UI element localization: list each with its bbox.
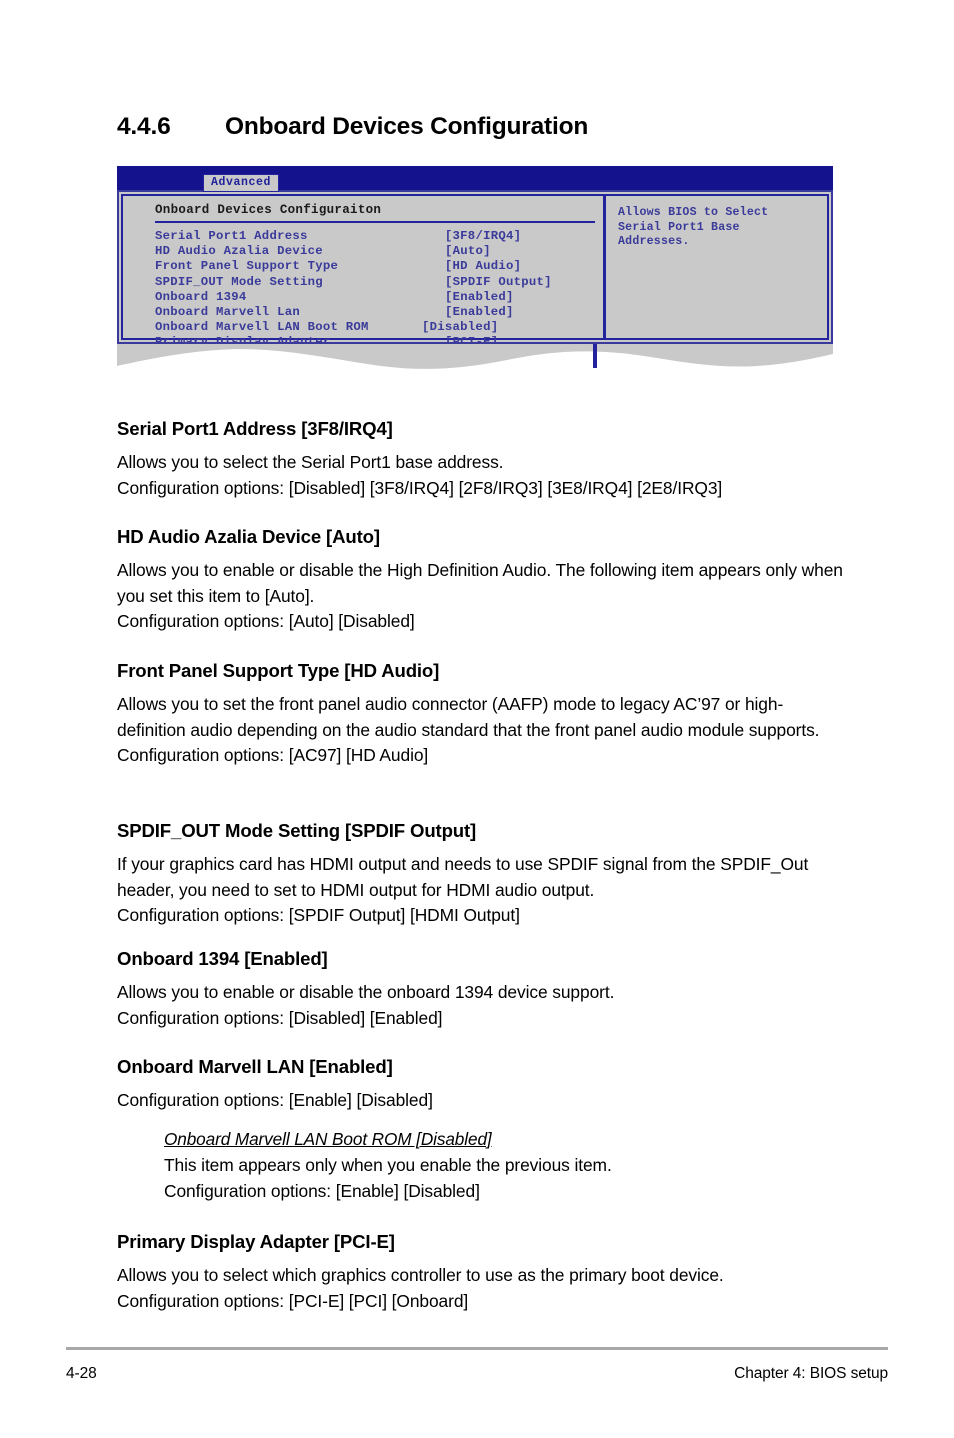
bios-setting-row[interactable]: Front Panel Support Type [HD Audio] (155, 259, 603, 274)
bios-settings-pane: Onboard Devices Configuraiton Serial Por… (123, 196, 603, 349)
bios-setting-label: Serial Port1 Address (155, 229, 308, 243)
body-section-primary-display: Primary Display Adapter [PCI-E] Allows y… (117, 1231, 843, 1314)
bios-setting-row[interactable]: Serial Port1 Address [3F8/IRQ4] (155, 229, 603, 244)
body-config-options: Configuration options: [Auto] [Disabled] (117, 611, 415, 631)
subsection-paragraph: This item appears only when you enable t… (164, 1155, 612, 1175)
body-paragraph: Allows you to select which graphics cont… (117, 1265, 724, 1285)
bios-row-spacer (300, 305, 445, 319)
bios-setting-value[interactable]: [Disabled] (422, 320, 498, 335)
bios-setting-value[interactable]: [Enabled] (445, 305, 514, 320)
bios-setting-label: Front Panel Support Type (155, 259, 339, 274)
body-heading: SPDIF_OUT Mode Setting [SPDIF Output] (117, 820, 477, 841)
body-config-options: Configuration options: [Disabled] [Enabl… (117, 1007, 443, 1028)
bios-setting-row[interactable]: SPDIF_OUT Mode Setting [SPDIF Output] (155, 275, 603, 290)
body-config-options: Configuration options: [Disabled] [3F8/I… (117, 477, 723, 498)
bios-setting-value[interactable]: [Auto] (445, 244, 491, 259)
bios-settings-list: Serial Port1 Address [3F8/IRQ4] HD Audio … (155, 229, 603, 351)
bios-frame: Onboard Devices Configuraiton Serial Por… (117, 190, 833, 349)
body-paragraph: If your graphics card has HDMI output an… (117, 854, 809, 900)
body-heading: HD Audio Azalia Device [Auto] (117, 526, 380, 547)
bios-help-line: Allows BIOS to Select (618, 206, 769, 219)
body-config-options: Configuration options: [Enable] [Disable… (117, 1090, 433, 1110)
footer-chapter-label: Chapter 4: BIOS setup (734, 1365, 888, 1382)
body-paragraph: Allows you to enable or disable the onbo… (117, 982, 615, 1002)
bios-setting-label: Onboard Marvell Lan (155, 305, 300, 320)
bios-row-spacer (323, 275, 445, 289)
bios-setting-label: Onboard Marvell LAN Boot ROM (155, 320, 369, 335)
footer-page-number: 4-28 (66, 1365, 97, 1382)
body-paragraph: Allows you to set the front panel audio … (117, 694, 820, 740)
body-section-front-panel: Front Panel Support Type [HD Audio] Allo… (117, 660, 843, 769)
bios-setting-row[interactable]: Onboard 1394 [Enabled] (155, 290, 603, 305)
bios-setting-label: HD Audio Azalia Device (155, 244, 323, 259)
body-subsection-marvell-boot-rom: Onboard Marvell LAN Boot ROM [Disabled] … (164, 1129, 844, 1204)
bios-setting-row[interactable]: Onboard Marvell Lan [Enabled] (155, 305, 603, 320)
footer-divider (66, 1347, 888, 1350)
bios-setting-value[interactable]: [Enabled] (445, 290, 514, 305)
bios-row-spacer (247, 290, 445, 304)
body-config-options: Configuration options: [AC97] [HD Audio] (117, 745, 429, 765)
body-heading: Onboard Marvell LAN [Enabled] (117, 1056, 393, 1077)
subsection-config-options: Configuration options: [Enable] [Disable… (164, 1180, 480, 1201)
section-number: 4.4.6 (117, 113, 171, 140)
bios-help-line: Addresses. (618, 235, 690, 248)
body-config-options: Configuration options: [PCI-E] [PCI] [On… (117, 1290, 469, 1311)
body-section-spdif-out: SPDIF_OUT Mode Setting [SPDIF Output] If… (117, 820, 843, 929)
body-heading: Onboard 1394 [Enabled] (117, 948, 328, 969)
bios-setting-value[interactable]: [HD Audio] (445, 259, 521, 274)
bios-setting-label: SPDIF_OUT Mode Setting (155, 274, 323, 289)
bios-torn-edge (117, 344, 833, 372)
bios-row-spacer (308, 229, 445, 243)
body-config-options: Configuration options: [SPDIF Output] [H… (117, 905, 520, 925)
bios-setting-row[interactable]: Onboard Marvell LAN Boot ROM [Disabled] (155, 320, 603, 335)
body-section-serial-port1: Serial Port1 Address [3F8/IRQ4] Allows y… (117, 418, 843, 501)
bios-frame-inner: Onboard Devices Configuraiton Serial Por… (121, 194, 829, 349)
bios-title-divider (155, 221, 595, 223)
body-heading: Front Panel Support Type [HD Audio] (117, 660, 440, 681)
body-paragraph: Allows you to select the Serial Port1 ba… (117, 452, 504, 472)
bios-help-line: Serial Port1 Base (618, 220, 740, 234)
bios-screenshot-figure: Advanced Onboard Devices Configuraiton S… (117, 166, 833, 372)
section-title: Onboard Devices Configuration (225, 113, 589, 140)
page-title: 4.4.6 Onboard Devices Configuration (117, 113, 817, 141)
bios-row-spacer (338, 259, 445, 273)
body-paragraph: Allows you to enable or disable the High… (117, 560, 843, 606)
document-page: 4.4.6 Onboard Devices Configuration Advan… (0, 0, 954, 1438)
tab-advanced[interactable]: Advanced (203, 174, 280, 192)
bios-row-spacer (323, 244, 445, 258)
body-section-hd-audio: HD Audio Azalia Device [Auto] Allows you… (117, 526, 843, 635)
subsection-heading: Onboard Marvell LAN Boot ROM [Disabled] (164, 1129, 492, 1149)
bios-setting-value[interactable]: [3F8/IRQ4] (445, 229, 521, 244)
bios-setting-label: Onboard 1394 (155, 289, 247, 304)
bios-help-text: Allows BIOS to Select Serial Port1 Base Ad… (618, 206, 827, 250)
bios-panel-title: Onboard Devices Configuraiton (155, 203, 382, 217)
body-heading: Serial Port1 Address [3F8/IRQ4] (117, 418, 393, 439)
body-heading: Primary Display Adapter [PCI-E] (117, 1231, 395, 1252)
bios-setting-value[interactable]: [SPDIF Output] (445, 275, 552, 290)
bios-setting-row[interactable]: HD Audio Azalia Device [Auto] (155, 244, 603, 259)
bios-row-spacer (369, 320, 422, 334)
body-section-marvell-lan: Onboard Marvell LAN [Enabled] Configurat… (117, 1056, 843, 1114)
body-section-onboard-1394: Onboard 1394 [Enabled] Allows you to ena… (117, 948, 843, 1031)
bios-menu-bar: Advanced (117, 166, 833, 192)
bios-help-pane: Allows BIOS to Select Serial Port1 Base Ad… (606, 196, 827, 338)
